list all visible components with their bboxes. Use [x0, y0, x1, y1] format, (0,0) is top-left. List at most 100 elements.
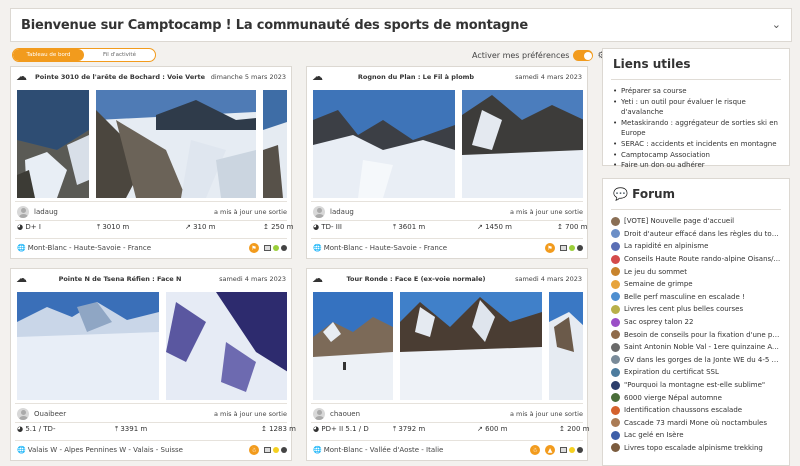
location[interactable]: Mont-Blanc - Haute-Savoie - France [324, 244, 447, 252]
outing-photo[interactable] [313, 90, 455, 198]
forum-topic-title[interactable]: Le jeu du sommet [624, 268, 687, 276]
username[interactable]: Ouaibeer [34, 410, 66, 418]
cloud-icon: ☁ [16, 272, 27, 285]
forum-topic[interactable]: Semaine de grimpe [611, 278, 781, 291]
outing-title[interactable]: Tour Ronde : Face E (ex-voie normale) [327, 275, 505, 283]
height-difference: ↥ 250 m [263, 223, 294, 231]
forum-topic-title[interactable]: Livres les cent plus belles courses [624, 305, 743, 313]
forum-topic-title[interactable]: Identification chaussons escalade [624, 406, 742, 414]
cloud-icon: ☁ [312, 272, 323, 285]
preferences-toggle-row: Activer mes préférences ⚙ [472, 50, 606, 61]
forum-topic-title[interactable]: Conseils Haute Route rando-alpine Oisans… [624, 255, 780, 263]
useful-link[interactable]: Camptocamp Association [613, 150, 783, 161]
chat-icon: 💬 [613, 187, 628, 201]
welcome-banner[interactable]: Bienvenue sur Camptocamp ! La communauté… [10, 8, 792, 42]
useful-link[interactable]: Faire un don ou adhérer [613, 160, 783, 171]
outing-card[interactable]: ☁ Pointe 3010 de l'arête de Bochard : Vo… [10, 66, 294, 259]
outing-card[interactable]: ☁ Rognon du Plan : Le Fil à plomb samedi… [306, 66, 588, 259]
outing-date: dimanche 5 mars 2023 [210, 73, 286, 81]
activity-action: a mis à jour une sortie [509, 208, 583, 216]
chevron-down-icon[interactable]: ⌄ [772, 18, 781, 31]
preferences-switch[interactable] [573, 50, 594, 61]
avatar[interactable] [313, 408, 325, 420]
forum-topic-title[interactable]: "Pourquoi la montagne est-elle sublime" [624, 381, 765, 389]
forum-topic[interactable]: 6000 vierge Népal automne [611, 391, 781, 404]
forum-topic-title[interactable]: Besoin de conseils pour la fixation d'un… [624, 331, 781, 339]
forum-topic[interactable]: Le jeu du sommet [611, 265, 781, 278]
outing-title[interactable]: Rognon du Plan : Le Fil à plomb [327, 73, 505, 81]
preferences-label: Activer mes préférences [472, 51, 570, 60]
forum-avatar [611, 241, 620, 251]
forum-topic[interactable]: Saint Antonin Noble Val - 1ere quinzaine… [611, 341, 781, 354]
tab-activity-feed[interactable]: Fil d'activité [84, 49, 155, 61]
outing-photo[interactable] [549, 292, 583, 400]
useful-link[interactable]: Metaskirando : aggrégateur de sorties sk… [613, 118, 783, 139]
forum-topic-title[interactable]: Livres topo escalade alpinisme trekking [624, 444, 763, 452]
location[interactable]: Mont-Blanc - Haute-Savoie - France [28, 244, 151, 252]
forum-topic-title[interactable]: Semaine de grimpe [624, 280, 693, 288]
outing-photo[interactable] [400, 292, 542, 400]
outing-title[interactable]: Pointe 3010 de l'arête de Bochard : Voie… [31, 73, 209, 81]
forum-avatar [611, 342, 620, 352]
useful-link[interactable]: Yeti : un outil pour évaluer le risque d… [613, 97, 783, 118]
globe-icon: 🌐 [17, 446, 26, 454]
image-icon [560, 447, 567, 453]
forum-topic-title[interactable]: GV dans les gorges de la Jonte WE du 4-5… [624, 356, 781, 364]
forum-topic-title[interactable]: Lac gelé en Isère [624, 431, 684, 439]
forum-topic[interactable]: Identification chaussons escalade [611, 404, 781, 417]
location[interactable]: Mont-Blanc - Vallée d'Aoste - Italie [324, 446, 444, 454]
avatar[interactable] [313, 206, 325, 218]
forum-topic-title[interactable]: [VOTE] Nouvelle page d'accueil [624, 217, 734, 225]
outing-card[interactable]: ☁ Pointe N de Tsena Réfien : Face N same… [10, 268, 296, 461]
outing-photo[interactable] [263, 90, 287, 198]
forum-topic-title[interactable]: Expiration du certificat SSL [624, 368, 719, 376]
outing-photo[interactable] [96, 90, 256, 198]
forum-topic-title[interactable]: Cascade 73 mardi Mone où noctambules [624, 419, 767, 427]
forum-topic[interactable]: Livres topo escalade alpinisme trekking [611, 442, 781, 455]
forum-topic[interactable]: "Pourquoi la montagne est-elle sublime" [611, 379, 781, 392]
forum-topic-title[interactable]: Sac osprey talon 22 [624, 318, 693, 326]
photo-strip [313, 292, 583, 402]
climbing-activity-icon: ⚑ [545, 243, 555, 253]
avatar[interactable] [17, 206, 29, 218]
outing-photo[interactable] [313, 292, 393, 400]
outing-photo[interactable] [17, 90, 89, 198]
username[interactable]: chaouen [330, 410, 360, 418]
outing-photo[interactable] [17, 292, 159, 400]
outing-photo[interactable] [166, 292, 287, 400]
elevation-gain: ↗ 600 m [477, 425, 508, 433]
useful-link[interactable]: Préparer sa course [613, 86, 783, 97]
avatar[interactable] [17, 408, 29, 420]
useful-link[interactable]: SERAC : accidents et incidents en montag… [613, 139, 783, 150]
forum-topic[interactable]: Livres les cent plus belles courses [611, 303, 781, 316]
outing-card[interactable]: ☁ Tour Ronde : Face E (ex-voie normale) … [306, 268, 590, 461]
forum-topic[interactable]: Cascade 73 mardi Mone où noctambules [611, 417, 781, 430]
forum-topic[interactable]: Lac gelé en Isère [611, 429, 781, 442]
tab-dashboard[interactable]: Tableau de bord [13, 49, 84, 61]
forum-topic[interactable]: La rapidité en alpinisme [611, 240, 781, 253]
forum-topic-title[interactable]: 6000 vierge Népal automne [624, 394, 722, 402]
quality-icon [281, 245, 287, 251]
photo-strip [17, 90, 287, 200]
forum-topic[interactable]: [VOTE] Nouvelle page d'accueil [611, 215, 781, 228]
condition-icon [273, 245, 279, 251]
forum-topic[interactable]: Belle perf masculine en escalade ! [611, 291, 781, 304]
outing-title[interactable]: Pointe N de Tsena Réfien : Face N [31, 275, 209, 283]
forum-topic[interactable]: Conseils Haute Route rando-alpine Oisans… [611, 253, 781, 266]
username[interactable]: ladaug [34, 208, 58, 216]
forum-topic[interactable]: GV dans les gorges de la Jonte WE du 4-5… [611, 354, 781, 367]
view-switch[interactable]: Tableau de bord Fil d'activité [12, 48, 156, 62]
forum-topic-title[interactable]: La rapidité en alpinisme [624, 242, 708, 250]
outing-photo[interactable] [462, 90, 583, 198]
forum-topic-title[interactable]: Saint Antonin Noble Val - 1ere quinzaine… [624, 343, 781, 351]
username[interactable]: ladaug [330, 208, 354, 216]
forum-topic[interactable]: Droit d'auteur effacé dans les règles du… [611, 228, 781, 241]
forum-topic-title[interactable]: Droit d'auteur effacé dans les règles du… [624, 230, 781, 238]
elevation-gain: ↗ 310 m [185, 223, 216, 231]
forum-topic[interactable]: Besoin de conseils pour la fixation d'un… [611, 328, 781, 341]
forum-topic[interactable]: Expiration du certificat SSL [611, 366, 781, 379]
max-elevation: ⤒ 3601 m [393, 223, 426, 231]
location[interactable]: Valais W - Alpes Pennines W - Valais - S… [28, 446, 183, 454]
forum-topic[interactable]: Sac osprey talon 22 [611, 316, 781, 329]
forum-topic-title[interactable]: Belle perf masculine en escalade ! [624, 293, 745, 301]
